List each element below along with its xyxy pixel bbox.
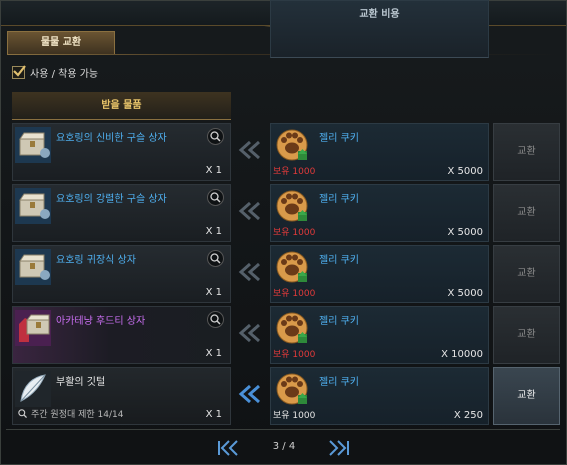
exchange-row: 요호링 귀장식 상자 X 1 젤리 쿠키 보유 1000 X 5000 교환 (12, 245, 560, 303)
exchange-row: 요호링의 강렬한 구슬 상자 X 1 젤리 쿠키 보유 1000 X 5000 … (12, 184, 560, 242)
exchange-button[interactable]: 교환 (493, 306, 560, 364)
exchange-arrow-icon (238, 262, 260, 282)
cost-item: 젤리 쿠키 보유 1000 X 5000 (270, 245, 489, 303)
cost-quantity: X 250 (453, 410, 483, 421)
cost-quantity: X 5000 (447, 227, 483, 238)
paw-cookie-icon (276, 129, 308, 161)
owned-amount: 보유 1000 (273, 167, 316, 177)
cost-quantity: X 5000 (447, 166, 483, 177)
paw-cookie-icon (276, 373, 308, 405)
item-quantity: X 1 (205, 287, 222, 298)
search-icon[interactable] (207, 250, 224, 267)
search-icon[interactable] (17, 408, 28, 419)
cost-name: 젤리 쿠키 (319, 194, 359, 205)
cost-column-header: 교환 비용 (270, 0, 489, 58)
weekly-limit-text: 주간 원정대 제한 14/14 (31, 410, 124, 420)
item-quantity: X 1 (205, 348, 222, 359)
feather-icon (15, 371, 51, 407)
receive-item: 부활의 깃털 주간 원정대 제한 14/14 X 1 (12, 367, 231, 425)
exchange-button[interactable]: 교환 (493, 367, 560, 425)
exchange-button[interactable]: 교환 (493, 184, 560, 242)
cost-quantity: X 10000 (441, 349, 483, 360)
cost-item: 젤리 쿠키 보유 1000 X 5000 (270, 184, 489, 242)
weekly-limit: 주간 원정대 제한 14/14 (17, 407, 123, 420)
search-icon[interactable] (207, 189, 224, 206)
receive-item: 요호링 귀장식 상자 X 1 (12, 245, 231, 303)
exchange-row: 부활의 깃털 주간 원정대 제한 14/14 X 1 젤리 쿠키 보유 1000… (12, 367, 560, 425)
item-name: 요호링의 강렬한 구슬 상자 (56, 194, 167, 205)
item-name: 요호링의 신비한 구슬 상자 (56, 133, 167, 144)
exchange-button[interactable]: 교환 (493, 245, 560, 303)
cost-item: 젤리 쿠키 보유 1000 X 5000 (270, 123, 489, 181)
receive-column-header: 받을 물품 (12, 92, 231, 120)
item-name: 부활의 깃털 (56, 377, 106, 388)
exchange-button[interactable]: 교환 (493, 123, 560, 181)
item-quantity: X 1 (205, 165, 222, 176)
cost-item: 젤리 쿠키 보유 1000 X 250 (270, 367, 489, 425)
exchange-arrow-icon (238, 384, 260, 404)
usable-filter[interactable]: 사용 / 착용 가능 (12, 64, 98, 80)
cost-item: 젤리 쿠키 보유 1000 X 10000 (270, 306, 489, 364)
page-indicator: 3 / 4 (272, 441, 296, 452)
hoodie-chest-icon (15, 310, 51, 346)
search-icon[interactable] (207, 128, 224, 145)
footer-divider (6, 429, 560, 430)
receive-item: 아카테냥 후드티 상자 X 1 (12, 306, 231, 364)
treasure-chest-icon (15, 188, 51, 224)
cost-name: 젤리 쿠키 (319, 316, 359, 327)
item-quantity: X 1 (205, 409, 222, 420)
item-name: 아카테냥 후드티 상자 (56, 316, 146, 327)
treasure-chest-icon (15, 127, 51, 163)
receive-item: 요호링의 신비한 구슬 상자 X 1 (12, 123, 231, 181)
usable-checkbox[interactable] (12, 64, 26, 79)
owned-amount: 보유 1000 (273, 289, 316, 299)
item-quantity: X 1 (205, 226, 222, 237)
owned-amount: 보유 1000 (273, 228, 316, 238)
first-page-icon[interactable] (215, 439, 241, 457)
owned-amount: 보유 1000 (273, 350, 316, 360)
usable-filter-label: 사용 / 착용 가능 (30, 68, 99, 80)
item-name: 요호링 귀장식 상자 (56, 255, 136, 266)
treasure-chest-icon (15, 249, 51, 285)
next-page-icon[interactable] (326, 439, 352, 457)
exchange-arrow-icon (238, 140, 260, 160)
exchange-arrow-icon (238, 323, 260, 343)
paw-cookie-icon (276, 312, 308, 344)
receive-item: 요호링의 강렬한 구슬 상자 X 1 (12, 184, 231, 242)
paw-cookie-icon (276, 251, 308, 283)
owned-amount: 보유 1000 (273, 411, 316, 421)
cost-name: 젤리 쿠키 (319, 255, 359, 266)
cost-name: 젤리 쿠키 (319, 377, 359, 388)
exchange-row: 요호링의 신비한 구슬 상자 X 1 젤리 쿠키 보유 1000 X 5000 … (12, 123, 560, 181)
cost-name: 젤리 쿠키 (319, 133, 359, 144)
tab-barter[interactable]: 물물 교환 (7, 31, 115, 55)
check-icon (13, 64, 26, 77)
exchange-row: 아카테냥 후드티 상자 X 1 젤리 쿠키 보유 1000 X 10000 교환 (12, 306, 560, 364)
exchange-arrow-icon (238, 201, 260, 221)
paw-cookie-icon (276, 190, 308, 222)
cost-quantity: X 5000 (447, 288, 483, 299)
search-icon[interactable] (207, 311, 224, 328)
